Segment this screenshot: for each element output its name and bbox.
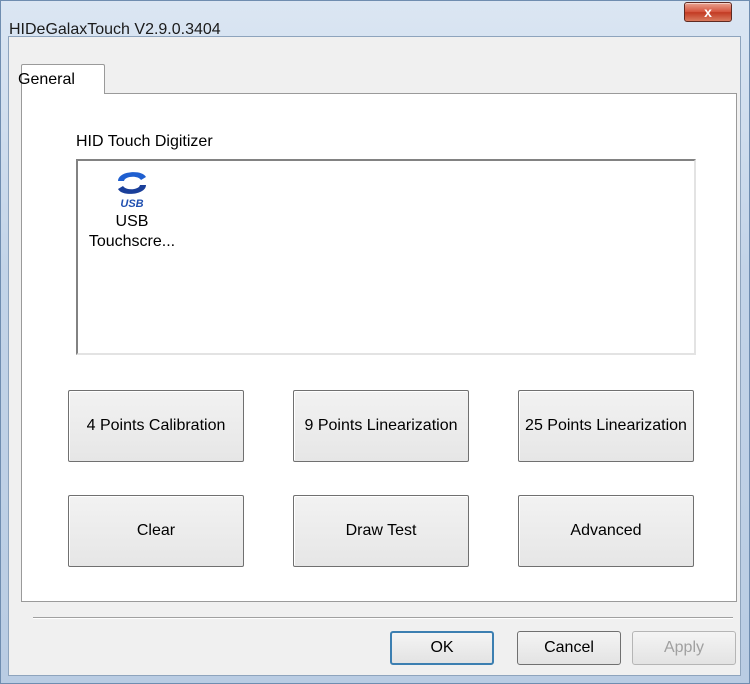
advanced-button[interactable]: Advanced bbox=[518, 495, 694, 567]
footer-divider bbox=[33, 617, 733, 619]
clear-button[interactable]: Clear bbox=[68, 495, 244, 567]
four-points-calibration-button[interactable]: 4 Points Calibration bbox=[68, 390, 244, 462]
close-button[interactable]: x bbox=[684, 2, 732, 22]
ok-button[interactable]: OK bbox=[390, 631, 494, 665]
draw-test-button[interactable]: Draw Test bbox=[293, 495, 469, 567]
device-group-label: HID Touch Digitizer bbox=[76, 133, 213, 150]
cancel-button[interactable]: Cancel bbox=[517, 631, 621, 665]
apply-button[interactable]: Apply bbox=[632, 631, 736, 665]
usb-icon: USB bbox=[118, 172, 146, 210]
close-icon: x bbox=[704, 4, 712, 20]
usb-icon-text: USB bbox=[120, 198, 143, 210]
device-list[interactable]: USB USB Touchscre... bbox=[76, 159, 696, 355]
tab-general-label: General bbox=[18, 71, 75, 88]
device-label-line2: Touchscre... bbox=[88, 233, 176, 250]
twentyfive-points-linearization-button[interactable]: 25 Points Linearization bbox=[518, 390, 694, 462]
device-label-line1: USB bbox=[115, 213, 149, 230]
device-item-usb-touchscreen[interactable]: USB USB Touchscre... bbox=[82, 167, 182, 251]
nine-points-linearization-button[interactable]: 9 Points Linearization bbox=[293, 390, 469, 462]
title-bar[interactable]: HIDeGalaxTouch V2.9.0.3404 x bbox=[1, 1, 749, 38]
